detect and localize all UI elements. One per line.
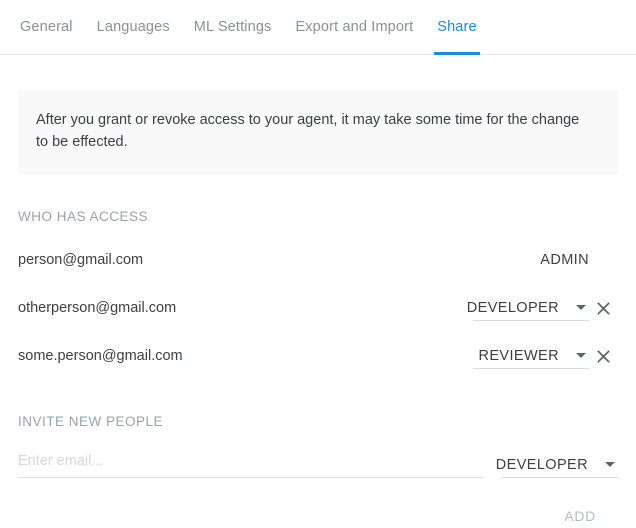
access-list: person@gmail.com ADMIN otherperson@gmail… <box>18 236 618 380</box>
close-icon <box>597 349 610 363</box>
settings-tab-bar: General Languages ML Settings Export and… <box>0 0 636 55</box>
access-row-role-static: ADMIN <box>540 252 589 268</box>
access-row: person@gmail.com ADMIN <box>18 236 618 284</box>
info-banner-text: After you grant or revoke access to your… <box>36 112 580 150</box>
chevron-down-icon <box>576 305 586 310</box>
invite-row: DEVELOPER <box>18 446 618 478</box>
active-tab-indicator <box>434 51 480 55</box>
role-select-value: DEVELOPER <box>466 299 559 316</box>
tab-export-and-import-label: Export and Import <box>295 18 414 35</box>
close-icon <box>597 301 610 315</box>
invite-new-people-heading: INVITE NEW PEOPLE <box>18 414 164 429</box>
role-select-value: REVIEWER <box>478 347 559 364</box>
add-invite-button[interactable]: ADD <box>558 504 602 528</box>
tab-general-label: General <box>20 18 73 35</box>
tab-share-label: Share <box>437 18 477 35</box>
tab-ml-settings-label: ML Settings <box>193 18 272 35</box>
who-has-access-heading: WHO HAS ACCESS <box>18 209 149 224</box>
invite-role-select[interactable]: DEVELOPER <box>496 452 618 478</box>
share-panel: After you grant or revoke access to your… <box>0 90 636 528</box>
tab-ml-settings[interactable]: ML Settings <box>182 0 284 55</box>
tab-languages[interactable]: Languages <box>85 0 182 55</box>
role-select[interactable]: REVIEWER <box>473 343 589 369</box>
info-banner: After you grant or revoke access to your… <box>18 90 618 175</box>
tab-export-and-import[interactable]: Export and Import <box>283 0 425 55</box>
remove-access-button[interactable] <box>589 295 618 321</box>
invite-role-select-value: DEVELOPER <box>495 456 588 473</box>
access-row: some.person@gmail.com REVIEWER <box>18 332 618 380</box>
tab-share[interactable]: Share <box>425 0 488 55</box>
chevron-down-icon <box>605 462 615 467</box>
chevron-down-icon <box>576 353 586 358</box>
tab-languages-label: Languages <box>96 18 170 35</box>
access-row-email: otherperson@gmail.com <box>18 300 177 316</box>
access-row-email: person@gmail.com <box>18 252 144 268</box>
tab-general[interactable]: General <box>8 0 85 55</box>
invite-email-input[interactable] <box>18 450 484 478</box>
access-row-email: some.person@gmail.com <box>18 348 183 364</box>
remove-access-button[interactable] <box>589 343 618 369</box>
access-row: otherperson@gmail.com DEVELOPER <box>18 284 618 332</box>
role-select[interactable]: DEVELOPER <box>467 295 589 321</box>
add-button-row: ADD <box>18 504 618 528</box>
